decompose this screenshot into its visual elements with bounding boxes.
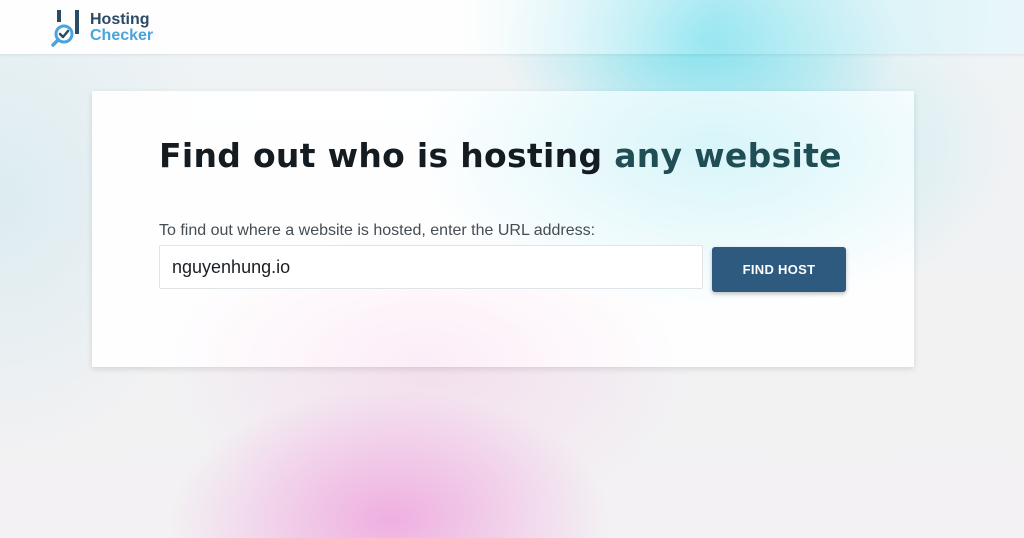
page-title: Find out who is hosting any website [159, 136, 842, 175]
find-host-button[interactable]: FIND HOST [712, 247, 846, 292]
logo-text-checker: Checker [90, 27, 154, 44]
site-logo[interactable]: Hosting Checker [50, 8, 153, 48]
url-prompt-label: To find out where a website is hosted, e… [159, 222, 596, 239]
title-main: Find out who is hosting [159, 136, 603, 175]
magnifier-check-icon [51, 10, 79, 47]
title-accent: any website [614, 136, 842, 175]
logo-text-hosting: Hosting [90, 11, 150, 28]
search-card: Find out who is hosting any website To f… [92, 91, 914, 367]
site-header: Hosting Checker [0, 0, 1024, 54]
logo-wordmark: Hosting Checker [90, 12, 153, 44]
url-input[interactable] [159, 245, 703, 289]
